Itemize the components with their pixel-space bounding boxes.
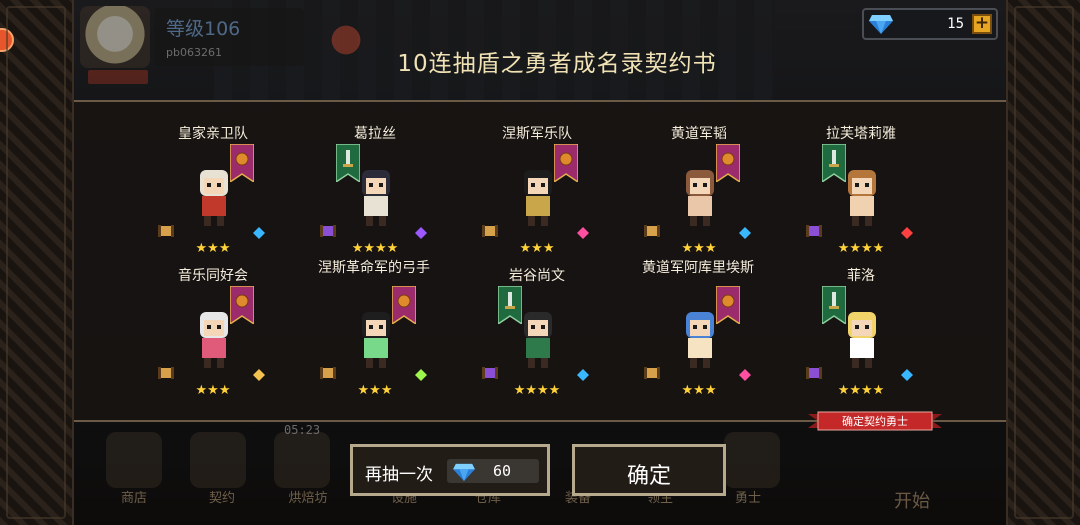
- player-level: 等级106: [166, 18, 241, 40]
- hero-card[interactable]: 拉芙塔莉雅 ★★★★: [786, 126, 936, 271]
- confirm-button-label: 确定: [626, 464, 671, 489]
- start-button[interactable]: 开始: [894, 487, 930, 513]
- hero-star-rating: ★★★★: [837, 241, 885, 256]
- scroll-icon: [644, 367, 660, 379]
- sword-weapon-icon: [901, 227, 913, 239]
- hero-sprite: [362, 312, 390, 368]
- hero-card[interactable]: 黄道军阿库里埃斯 ★★★: [624, 260, 774, 413]
- scroll-icon: [320, 225, 336, 237]
- hero-star-rating: ★★★★: [513, 383, 561, 398]
- scroll-icon: [644, 225, 660, 237]
- hero-star-rating: ★★★: [195, 383, 231, 398]
- stick-weapon-icon: [253, 369, 265, 381]
- right-ornate-border: [1006, 0, 1080, 525]
- gem-weapon-icon: [901, 369, 913, 381]
- scroll-icon: [482, 225, 498, 237]
- diamond-amount: 15: [947, 16, 964, 32]
- hero-star-rating: ★★★★: [837, 383, 885, 398]
- nav-item-bakery[interactable]: 烘焙坊: [278, 487, 338, 506]
- hero-name: 黄道军韬: [671, 126, 727, 142]
- hero-card[interactable]: 涅斯革命军的弓手 ★★★: [300, 260, 450, 413]
- hero-star-rating: ★★★: [357, 383, 393, 398]
- hero-card[interactable]: 黄道军韬 ★★★: [624, 126, 774, 271]
- hero-sprite: [686, 312, 714, 368]
- gem-weapon-icon: [253, 227, 265, 239]
- add-diamond-button[interactable]: +: [972, 14, 992, 34]
- hero-helmet-icon: [724, 432, 780, 488]
- diamond-counter: 15 +: [862, 8, 998, 40]
- nav-item-hero[interactable]: 勇士: [718, 487, 778, 506]
- diamond-icon: [453, 463, 475, 482]
- hero-name: 葛拉丝: [354, 126, 396, 142]
- hero-sprite: [524, 170, 552, 226]
- hero-sprite: [686, 170, 714, 226]
- hero-card[interactable]: 涅斯军乐队 ★★★: [462, 126, 612, 271]
- hero-sprite: [362, 170, 390, 226]
- bakery-icon: [274, 432, 330, 488]
- gem-weapon-icon: [739, 227, 751, 239]
- hero-name: 音乐同好会: [178, 268, 248, 284]
- hero-sprite: [848, 312, 876, 368]
- nav-item-shop[interactable]: 商店: [104, 487, 164, 506]
- cross-weapon-icon: [415, 369, 427, 381]
- hero-name: 拉芙塔莉雅: [826, 126, 896, 142]
- redraw-cost: 60: [493, 462, 512, 480]
- redraw-button-label: 再抽一次: [365, 465, 433, 485]
- hero-sprite: [524, 312, 552, 368]
- nav-item-contract[interactable]: 契约: [192, 487, 252, 506]
- hero-star-rating: ★★★: [519, 241, 555, 256]
- hero-name: 岩谷尚文: [509, 268, 565, 284]
- scroll-icon: [806, 367, 822, 379]
- shop-icon: [106, 432, 162, 488]
- hero-sprite: [848, 170, 876, 226]
- bakery-timer: 05:23: [284, 423, 321, 437]
- hero-sprite: [200, 170, 228, 226]
- hero-star-rating: ★★★: [681, 383, 717, 398]
- hero-star-rating: ★★★★: [351, 241, 399, 256]
- diamond-icon: [869, 15, 893, 34]
- hero-name: 涅斯革命军的弓手: [318, 260, 430, 276]
- hero-name: 菲洛: [847, 268, 875, 284]
- side-menu-button[interactable]: [0, 28, 14, 52]
- ring-weapon-icon: [739, 369, 751, 381]
- scroll-icon: [320, 367, 336, 379]
- hero-card[interactable]: 音乐同好会 ★★★: [138, 268, 288, 413]
- ring-weapon-icon: [577, 227, 589, 239]
- confirm-button[interactable]: 确定: [572, 444, 726, 496]
- scroll-icon: [158, 225, 174, 237]
- hero-name: 黄道军阿库里埃斯: [642, 260, 754, 276]
- redraw-button[interactable]: 再抽一次 60: [350, 444, 550, 496]
- hero-star-rating: ★★★: [681, 241, 717, 256]
- scroll-icon: [482, 367, 498, 379]
- wand-weapon-icon: [415, 227, 427, 239]
- hero-card[interactable]: 菲洛 ★★★★: [786, 268, 936, 413]
- scroll-icon: [806, 225, 822, 237]
- gem-weapon-icon: [577, 369, 589, 381]
- page-title: 10连抽盾之勇者成名录契约书: [397, 51, 717, 77]
- hero-name: 皇家亲卫队: [178, 126, 248, 142]
- scroll-icon: [158, 367, 174, 379]
- left-ornate-border: [0, 0, 74, 525]
- contract-icon: [190, 432, 246, 488]
- hero-name: 涅斯军乐队: [502, 126, 572, 142]
- hero-card[interactable]: 皇家亲卫队 ★★★: [138, 126, 288, 271]
- hero-card[interactable]: 葛拉丝 ★★★★: [300, 126, 450, 271]
- hero-sprite: [200, 312, 228, 368]
- hero-card[interactable]: 岩谷尚文 ★★★★: [462, 268, 612, 413]
- hero-star-rating: ★★★: [195, 241, 231, 256]
